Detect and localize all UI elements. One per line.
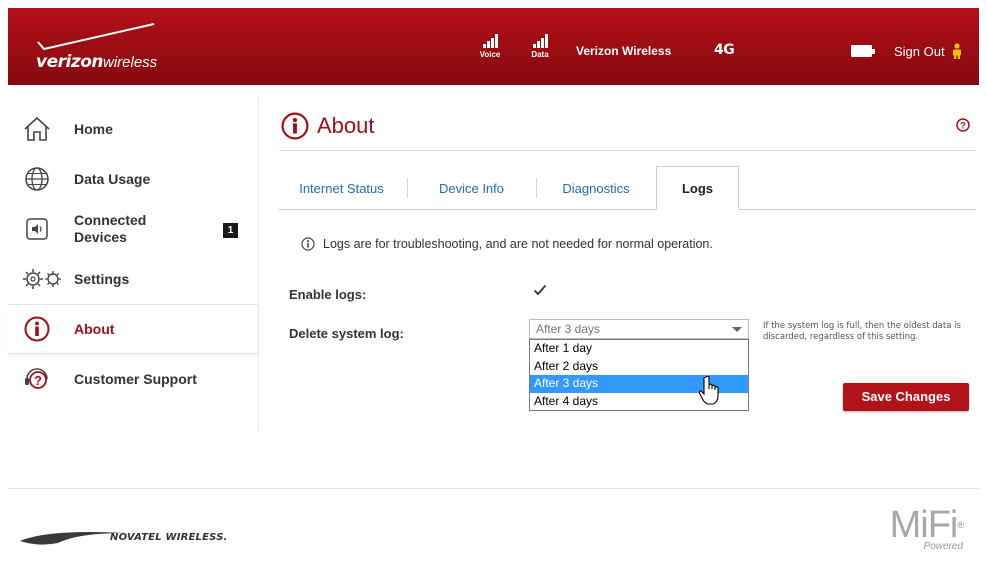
verizon-check-icon: [37, 23, 155, 51]
signal-bars-icon: [473, 34, 507, 48]
sidebar-item-about[interactable]: About: [8, 304, 258, 354]
novatel-wordmark: NOVATEL WIRELESS.: [110, 531, 228, 543]
mifi-registered-mark: ®: [957, 520, 964, 530]
sign-out-label: Sign Out: [894, 43, 945, 59]
support-icon: ?: [22, 364, 52, 394]
tab-internet-status[interactable]: Internet Status: [279, 166, 404, 210]
enable-logs-label: Enable logs:: [289, 287, 367, 302]
gears-icon: [22, 264, 64, 294]
tabs-divider-left-full: [279, 209, 656, 210]
sidebar-nav: Home Data Usage Connected Devices 1 Sett…: [8, 104, 258, 404]
tab-device-info[interactable]: Device Info: [410, 166, 533, 210]
data-signal-label: Data: [531, 50, 549, 59]
voice-signal: Voice: [473, 34, 507, 59]
connected-devices-count-badge: 1: [223, 223, 238, 238]
verizon-logo[interactable]: verizonwireless: [34, 22, 194, 72]
delete-system-log-value: After 3 days: [536, 322, 601, 336]
novatel-logo: NOVATEL WIRELESS.: [18, 527, 228, 547]
chevron-down-icon: [732, 327, 742, 332]
delete-system-log-label: Delete system log:: [289, 326, 404, 341]
network-type: 4G: [714, 42, 735, 58]
save-changes-button[interactable]: Save Changes: [843, 383, 969, 411]
sidebar-item-customer-support[interactable]: ? Customer Support: [8, 354, 258, 404]
sidebar-item-label: Home: [74, 120, 113, 137]
sidebar-item-label: About: [74, 320, 115, 337]
info-icon: [22, 314, 52, 344]
data-signal: Data: [523, 34, 557, 59]
page-title: About: [281, 112, 375, 140]
title-divider: [279, 150, 976, 151]
logs-notice-text: Logs are for troubleshooting, and are no…: [323, 237, 713, 251]
sidebar-item-data-usage[interactable]: Data Usage: [8, 154, 258, 204]
delete-log-hint: If the system log is full, then the olde…: [763, 321, 961, 342]
carrier-name: Verizon Wireless: [576, 44, 672, 58]
battery-icon: [851, 45, 875, 57]
tab-separator: [536, 178, 537, 198]
mifi-logo: MiFi® Powered: [889, 504, 964, 552]
checkmark-icon: [533, 284, 547, 296]
tabs-divider-right: [739, 209, 976, 210]
tab-logs[interactable]: Logs: [656, 166, 739, 210]
option-after-1-day[interactable]: After 1 day: [530, 340, 748, 358]
logo-brand: verizon: [36, 52, 104, 72]
svg-text:?: ?: [34, 373, 42, 388]
sidebar-item-connected-devices[interactable]: Connected Devices 1: [8, 204, 258, 254]
info-small-icon: [301, 237, 315, 251]
enable-logs-checkbox[interactable]: [531, 281, 549, 299]
help-icon[interactable]: ?: [956, 118, 970, 137]
sidebar-divider: [258, 97, 259, 431]
speaker-icon: [22, 214, 52, 244]
sidebar-item-label: Customer Support: [74, 370, 197, 387]
tab-separator: [407, 178, 408, 198]
logs-notice: Logs are for troubleshooting, and are no…: [301, 237, 713, 251]
sign-out-button[interactable]: Sign Out: [894, 43, 963, 59]
person-icon: [952, 43, 961, 59]
page-title-text: About: [317, 113, 375, 138]
home-icon: [22, 114, 52, 144]
tab-diagnostics[interactable]: Diagnostics: [539, 166, 653, 210]
sidebar-item-label: Settings: [74, 270, 130, 287]
logo-suffix: wireless: [103, 54, 158, 71]
globe-icon: [22, 164, 52, 194]
svg-text:?: ?: [960, 121, 966, 131]
signal-bars-icon: [523, 34, 557, 48]
hand-cursor-icon: [698, 375, 719, 405]
about-tabs: Internet Status Device Info Diagnostics …: [279, 166, 976, 210]
sidebar-item-home[interactable]: Home: [8, 104, 258, 154]
top-header: verizonwireless Voice Data Verizon Wirel…: [8, 8, 979, 85]
sidebar-item-label: Connected Devices: [74, 212, 147, 245]
page-footer: NOVATEL WIRELESS. MiFi® Powered: [8, 488, 979, 574]
voice-signal-label: Voice: [479, 50, 501, 59]
option-after-2-days[interactable]: After 2 days: [530, 358, 748, 376]
mifi-wordmark: MiFi: [889, 504, 959, 546]
info-icon: [281, 112, 309, 140]
delete-system-log-select[interactable]: After 3 days: [529, 319, 749, 339]
sidebar-item-label: Data Usage: [74, 170, 151, 187]
sidebar-item-settings[interactable]: Settings: [8, 254, 258, 304]
